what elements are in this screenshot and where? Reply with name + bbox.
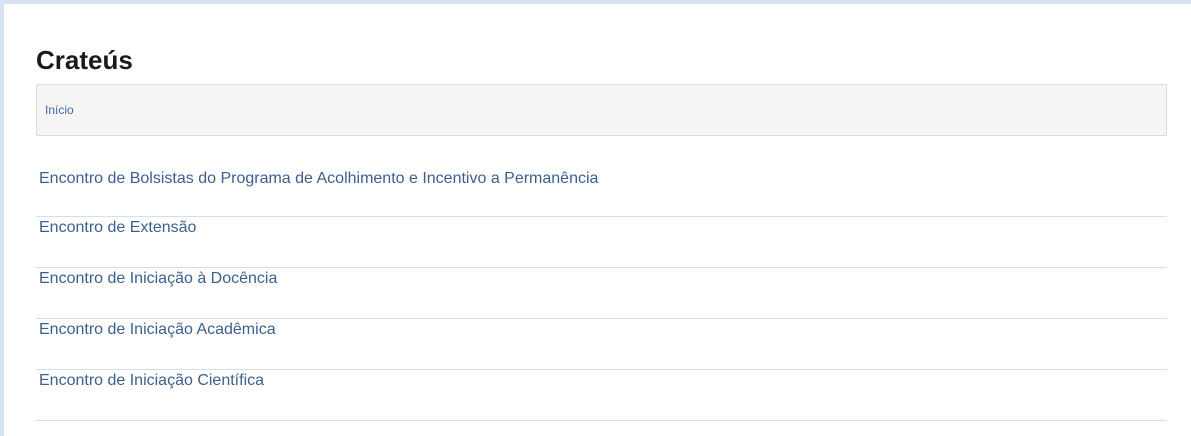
breadcrumb: Início xyxy=(36,84,1167,136)
page-frame: Crateús Início Encontro de Bolsistas do … xyxy=(0,0,1191,436)
breadcrumb-item-inicio[interactable]: Início xyxy=(45,103,74,117)
list-item: Encontro de Extensão xyxy=(36,218,1167,268)
event-link-iniciacao-cientifica[interactable]: Encontro de Iniciação Científica xyxy=(39,371,264,391)
main-content: Crateús Início Encontro de Bolsistas do … xyxy=(36,44,1167,421)
list-item: Encontro de Iniciação à Docência xyxy=(36,269,1167,319)
event-list: Encontro de Bolsistas do Programa de Aco… xyxy=(36,169,1167,421)
list-item: Encontro de Iniciação Científica xyxy=(36,371,1167,421)
page-title: Crateús xyxy=(36,45,133,75)
list-item: Encontro de Iniciação Acadêmica xyxy=(36,320,1167,370)
list-item: Encontro de Bolsistas do Programa de Aco… xyxy=(36,169,1167,217)
event-link-extensao[interactable]: Encontro de Extensão xyxy=(39,218,196,238)
event-link-bolsistas[interactable]: Encontro de Bolsistas do Programa de Aco… xyxy=(39,169,598,189)
event-link-iniciacao-academica[interactable]: Encontro de Iniciação Acadêmica xyxy=(39,320,276,340)
event-link-iniciacao-docencia[interactable]: Encontro de Iniciação à Docência xyxy=(39,269,277,289)
